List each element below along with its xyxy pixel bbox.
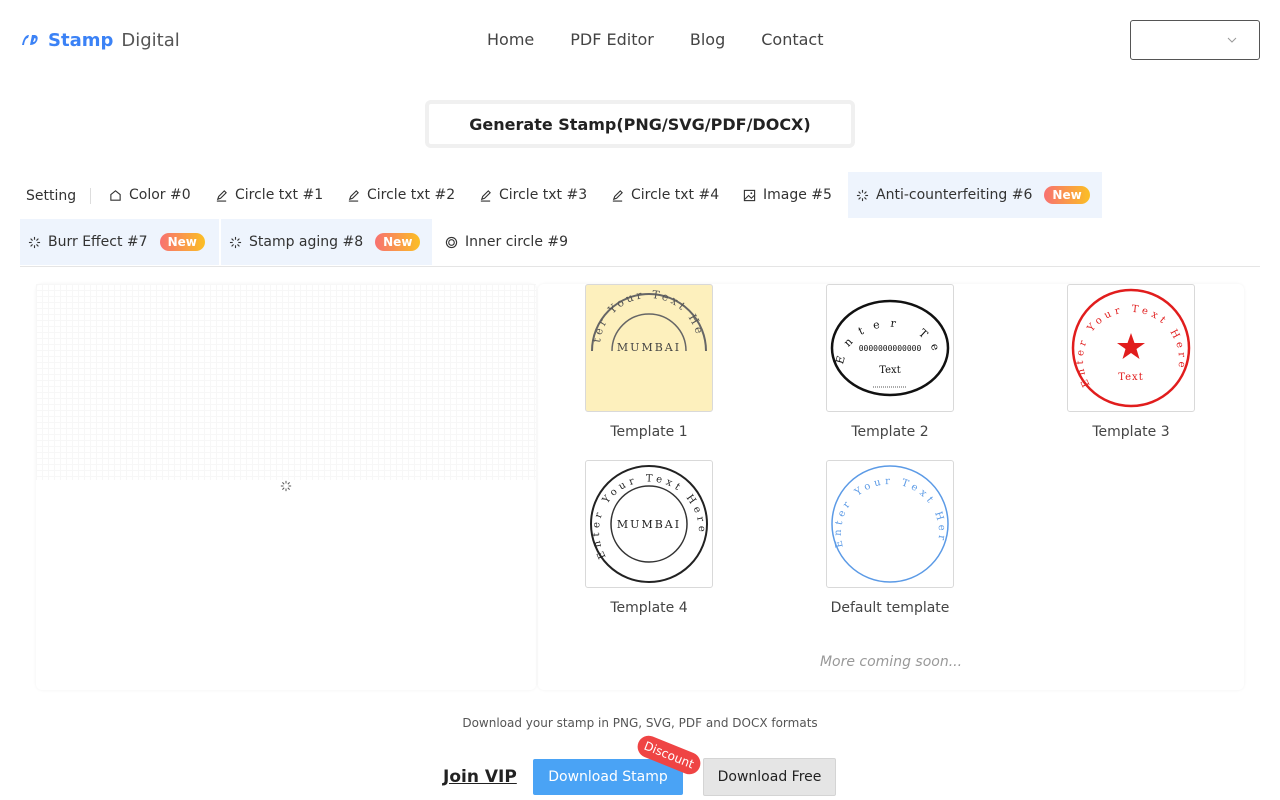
template-thumbnail: Enter Text 0000000000000 Text — [826, 284, 954, 412]
template-1-center-text: MUMBAI — [617, 341, 681, 354]
nav-home[interactable]: Home — [487, 30, 534, 49]
stamp-template-4-image: Enter Your Text Here MUMBAI — [590, 465, 708, 583]
loading-spinner-icon — [280, 480, 292, 492]
template-thumbnail: Enter Your Text Here Text — [1067, 284, 1195, 412]
tab-label: Burr Effect #7 — [48, 234, 148, 250]
tab-circle-txt-3[interactable]: Circle txt #3 — [479, 172, 587, 218]
tab-burr-effect[interactable]: Burr Effect #7 New — [20, 219, 219, 265]
template-default[interactable]: Enter Your Text Here Default template — [826, 460, 954, 616]
new-badge: New — [159, 233, 205, 251]
more-coming-text: More coming soon... — [819, 654, 963, 670]
pen-icon — [216, 189, 227, 202]
logo-brand: Stamp — [48, 29, 114, 51]
template-1[interactable]: ter Your Text He MUMBAI Template 1 — [585, 284, 713, 440]
template-3[interactable]: Enter Your Text Here Text Template 3 — [1067, 284, 1195, 440]
download-stamp-button[interactable]: Download Stamp — [533, 759, 683, 795]
header: Stamp Digital Home PDF Editor Blog Conta… — [0, 0, 1280, 80]
nav-pdf-editor[interactable]: PDF Editor — [570, 30, 654, 49]
star-icon — [1117, 333, 1145, 359]
tab-stamp-aging[interactable]: Stamp aging #8 New — [221, 219, 433, 265]
tab-label: Color #0 — [129, 187, 191, 203]
tab-circle-txt-2[interactable]: Circle txt #2 — [347, 172, 455, 218]
tab-label: Image #5 — [763, 187, 832, 203]
settings-tabs: Setting Color #0 Circle txt #1 Circle tx… — [20, 172, 1260, 267]
main-nav: Home PDF Editor Blog Contact — [487, 30, 823, 49]
tab-label: Circle txt #2 — [367, 187, 456, 203]
tab-anti-counterfeiting[interactable]: Anti-counterfeiting #6 New — [848, 172, 1102, 218]
template-1-arc-text: ter Your Text He — [590, 288, 704, 344]
nav-contact[interactable]: Contact — [761, 30, 823, 49]
tab-label: Circle txt #3 — [499, 187, 588, 203]
template-2-arc-text: Enter Text — [827, 285, 936, 366]
image-icon — [743, 189, 756, 201]
tab-label: Circle txt #1 — [235, 187, 324, 203]
svg-text:ter Your Text He: ter Your Text He — [590, 288, 707, 344]
circle-icon — [445, 236, 458, 248]
svg-text:Enter Text: Enter Text — [827, 285, 946, 366]
template-thumbnail: ter Your Text He MUMBAI — [585, 284, 713, 412]
pen-icon — [612, 189, 623, 202]
templates-panel: ter Your Text He MUMBAI Template 1 Enter… — [538, 284, 1244, 690]
template-2[interactable]: Enter Text 0000000000000 Text Template 2 — [826, 284, 954, 440]
template-3-center-text: Text — [1118, 372, 1143, 383]
formats-text: Download your stamp in PNG, SVG, PDF and… — [462, 716, 818, 730]
logo-suffix: Digital — [121, 29, 180, 51]
loading-icon — [28, 236, 41, 248]
pen-icon — [348, 189, 359, 202]
tab-label: Inner circle #9 — [465, 234, 569, 250]
logo-icon — [22, 35, 38, 45]
home-icon — [110, 189, 121, 201]
setting-label: Setting — [26, 188, 92, 204]
template-4-center-text: MUMBAI — [617, 518, 681, 531]
template-thumbnail: Enter Your Text Here MUMBAI — [585, 460, 713, 588]
template-caption: Default template — [830, 600, 950, 616]
logo[interactable]: Stamp Digital — [20, 28, 180, 52]
nav-blog[interactable]: Blog — [690, 30, 725, 49]
tab-label: Stamp aging #8 — [249, 234, 364, 250]
template-caption: Template 1 — [610, 424, 688, 440]
pen-icon — [480, 189, 491, 202]
template-caption: Template 4 — [610, 600, 688, 616]
svg-text:Enter Your Text Here: Enter Your Text Here — [827, 461, 947, 549]
language-select[interactable] — [1130, 20, 1260, 60]
stamp-default-template-image: Enter Your Text Here — [827, 461, 949, 583]
stamp-template-2-image: Enter Text 0000000000000 Text — [827, 285, 950, 397]
new-badge: New — [1044, 186, 1090, 204]
template-thumbnail: Enter Your Text Here — [826, 460, 954, 588]
tab-circle-txt-1[interactable]: Circle txt #1 — [215, 172, 323, 218]
tab-label: Circle txt #4 — [631, 187, 720, 203]
download-free-button[interactable]: Download Free — [703, 758, 836, 796]
tab-inner-circle[interactable]: Inner circle #9 — [445, 219, 568, 265]
tab-label: Anti-counterfeiting #6 — [876, 187, 1033, 203]
tab-circle-txt-4[interactable]: Circle txt #4 — [611, 172, 719, 218]
template-caption: Template 2 — [851, 424, 929, 440]
chevron-down-icon — [1227, 37, 1237, 43]
join-vip-link[interactable]: Join VIP — [443, 767, 517, 787]
template-2-sub-text: Text — [879, 365, 900, 376]
template-4[interactable]: Enter Your Text Here MUMBAI Template 4 — [585, 460, 713, 616]
loading-icon — [856, 189, 869, 201]
generate-title: Generate Stamp(PNG/SVG/PDF/DOCX) — [425, 100, 855, 148]
loading-icon — [229, 236, 242, 248]
preview-canvas — [36, 284, 536, 480]
stamp-preview — [36, 284, 536, 690]
template-caption: Template 3 — [1092, 424, 1170, 440]
tab-color[interactable]: Color #0 — [109, 172, 191, 218]
template-default-arc-text: Enter Your Text Here — [827, 461, 943, 549]
stamp-template-1-image: ter Your Text He MUMBAI — [590, 288, 707, 354]
template-2-center-text: 0000000000000 — [859, 344, 922, 353]
stamp-template-3-image: Enter Your Text Here Text — [1071, 288, 1191, 408]
tab-image[interactable]: Image #5 — [743, 172, 832, 218]
new-badge: New — [375, 233, 421, 251]
